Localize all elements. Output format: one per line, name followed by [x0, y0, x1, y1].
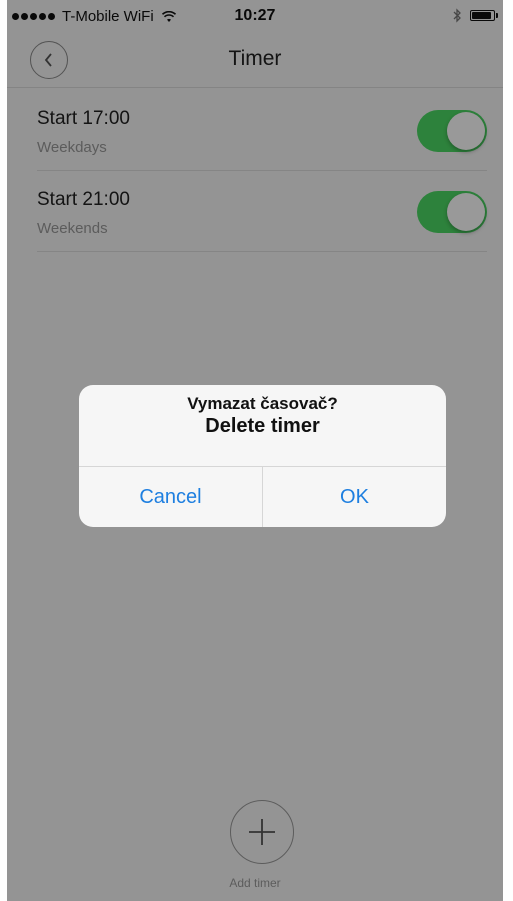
delete-timer-dialog: Vymazat časovač? Delete timer Cancel OK: [79, 385, 446, 527]
cancel-button[interactable]: Cancel: [79, 467, 262, 527]
dialog-message: Delete timer: [205, 415, 320, 437]
ok-button[interactable]: OK: [263, 467, 446, 527]
dialog-title: Vymazat časovač?: [187, 394, 338, 413]
dialog-actions: Cancel OK: [79, 466, 446, 527]
app-screen: T-Mobile WiFi 10:27 Timer Start 17:00 We…: [7, 0, 503, 901]
